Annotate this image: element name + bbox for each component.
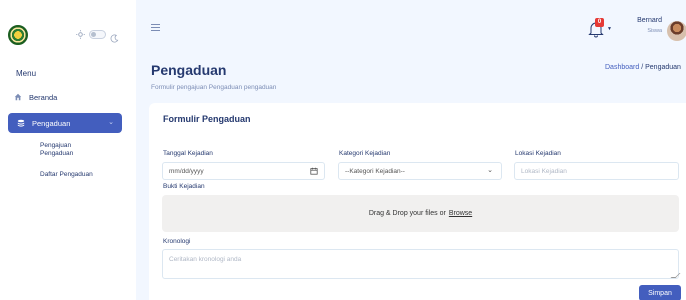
bukti-label: Bukti Kejadian: [163, 183, 205, 190]
browse-link[interactable]: Browse: [449, 210, 472, 217]
breadcrumb-separator: /: [641, 64, 644, 71]
sidebar-item-label: Beranda: [29, 92, 58, 102]
kronologi-textarea[interactable]: Ceritakan kronologi anda: [162, 249, 679, 279]
tanggal-value: mm/dd/yyyy: [169, 167, 204, 175]
breadcrumb-current: Pengaduan: [645, 64, 681, 71]
kategori-label: Kategori Kejadian: [339, 150, 391, 157]
tanggal-input[interactable]: mm/dd/yyyy: [162, 162, 325, 180]
user-role: Siswa: [647, 28, 662, 34]
theme-toggle[interactable]: [76, 30, 119, 43]
sidebar-subitem-pengajuan[interactable]: Pengajuan Pengaduan: [40, 142, 100, 158]
caret-down-icon: ▼: [607, 26, 612, 32]
sidebar: Menu Beranda Pengaduan ⌄ Pengajuan Penga…: [0, 0, 136, 300]
menu-title: Menu: [16, 69, 37, 78]
chevron-down-icon: ⌄: [487, 167, 493, 174]
file-dropzone[interactable]: Drag & Drop your files or Browse: [162, 195, 679, 232]
moon-icon: [110, 30, 119, 43]
breadcrumb: Dashboard / Pengaduan: [605, 64, 681, 71]
school-logo[interactable]: [8, 25, 28, 45]
lokasi-input[interactable]: Lokasi Kejadian: [514, 162, 679, 180]
card-title: Formulir Pengaduan: [163, 114, 251, 124]
breadcrumb-dashboard-link[interactable]: Dashboard: [605, 64, 639, 71]
page-title: Pengaduan: [151, 62, 227, 78]
theme-switch[interactable]: [89, 30, 106, 39]
sun-icon: [76, 30, 85, 39]
sidebar-item-beranda[interactable]: Beranda: [13, 89, 57, 105]
avatar[interactable]: [667, 21, 686, 41]
home-icon: [13, 93, 22, 102]
stack-icon: [16, 119, 25, 128]
sidebar-item-label: Pengaduan: [32, 118, 71, 128]
kronologi-label: Kronologi: [163, 238, 191, 245]
hamburger-menu-icon[interactable]: [151, 24, 160, 31]
page-subtitle: Formulir pengajuan Pengaduan pengaduan: [151, 84, 277, 91]
user-name[interactable]: Bernard: [634, 17, 662, 24]
tanggal-label: Tanggal Kejadian: [163, 150, 213, 157]
kategori-value: --Kategori Kejadian--: [345, 167, 405, 175]
sidebar-item-pengaduan[interactable]: Pengaduan ⌄: [8, 113, 122, 133]
sidebar-subitem-daftar[interactable]: Daftar Pengaduan: [40, 171, 93, 179]
calendar-icon[interactable]: [310, 167, 318, 175]
notification-badge: 0: [595, 18, 604, 27]
dropzone-text: Drag & Drop your files or: [368, 210, 446, 217]
save-button[interactable]: Simpan: [639, 285, 681, 300]
chevron-down-icon: ⌄: [108, 119, 114, 126]
lokasi-label: Lokasi Kejadian: [515, 150, 561, 157]
kategori-select[interactable]: --Kategori Kejadian-- ⌄: [338, 162, 502, 180]
